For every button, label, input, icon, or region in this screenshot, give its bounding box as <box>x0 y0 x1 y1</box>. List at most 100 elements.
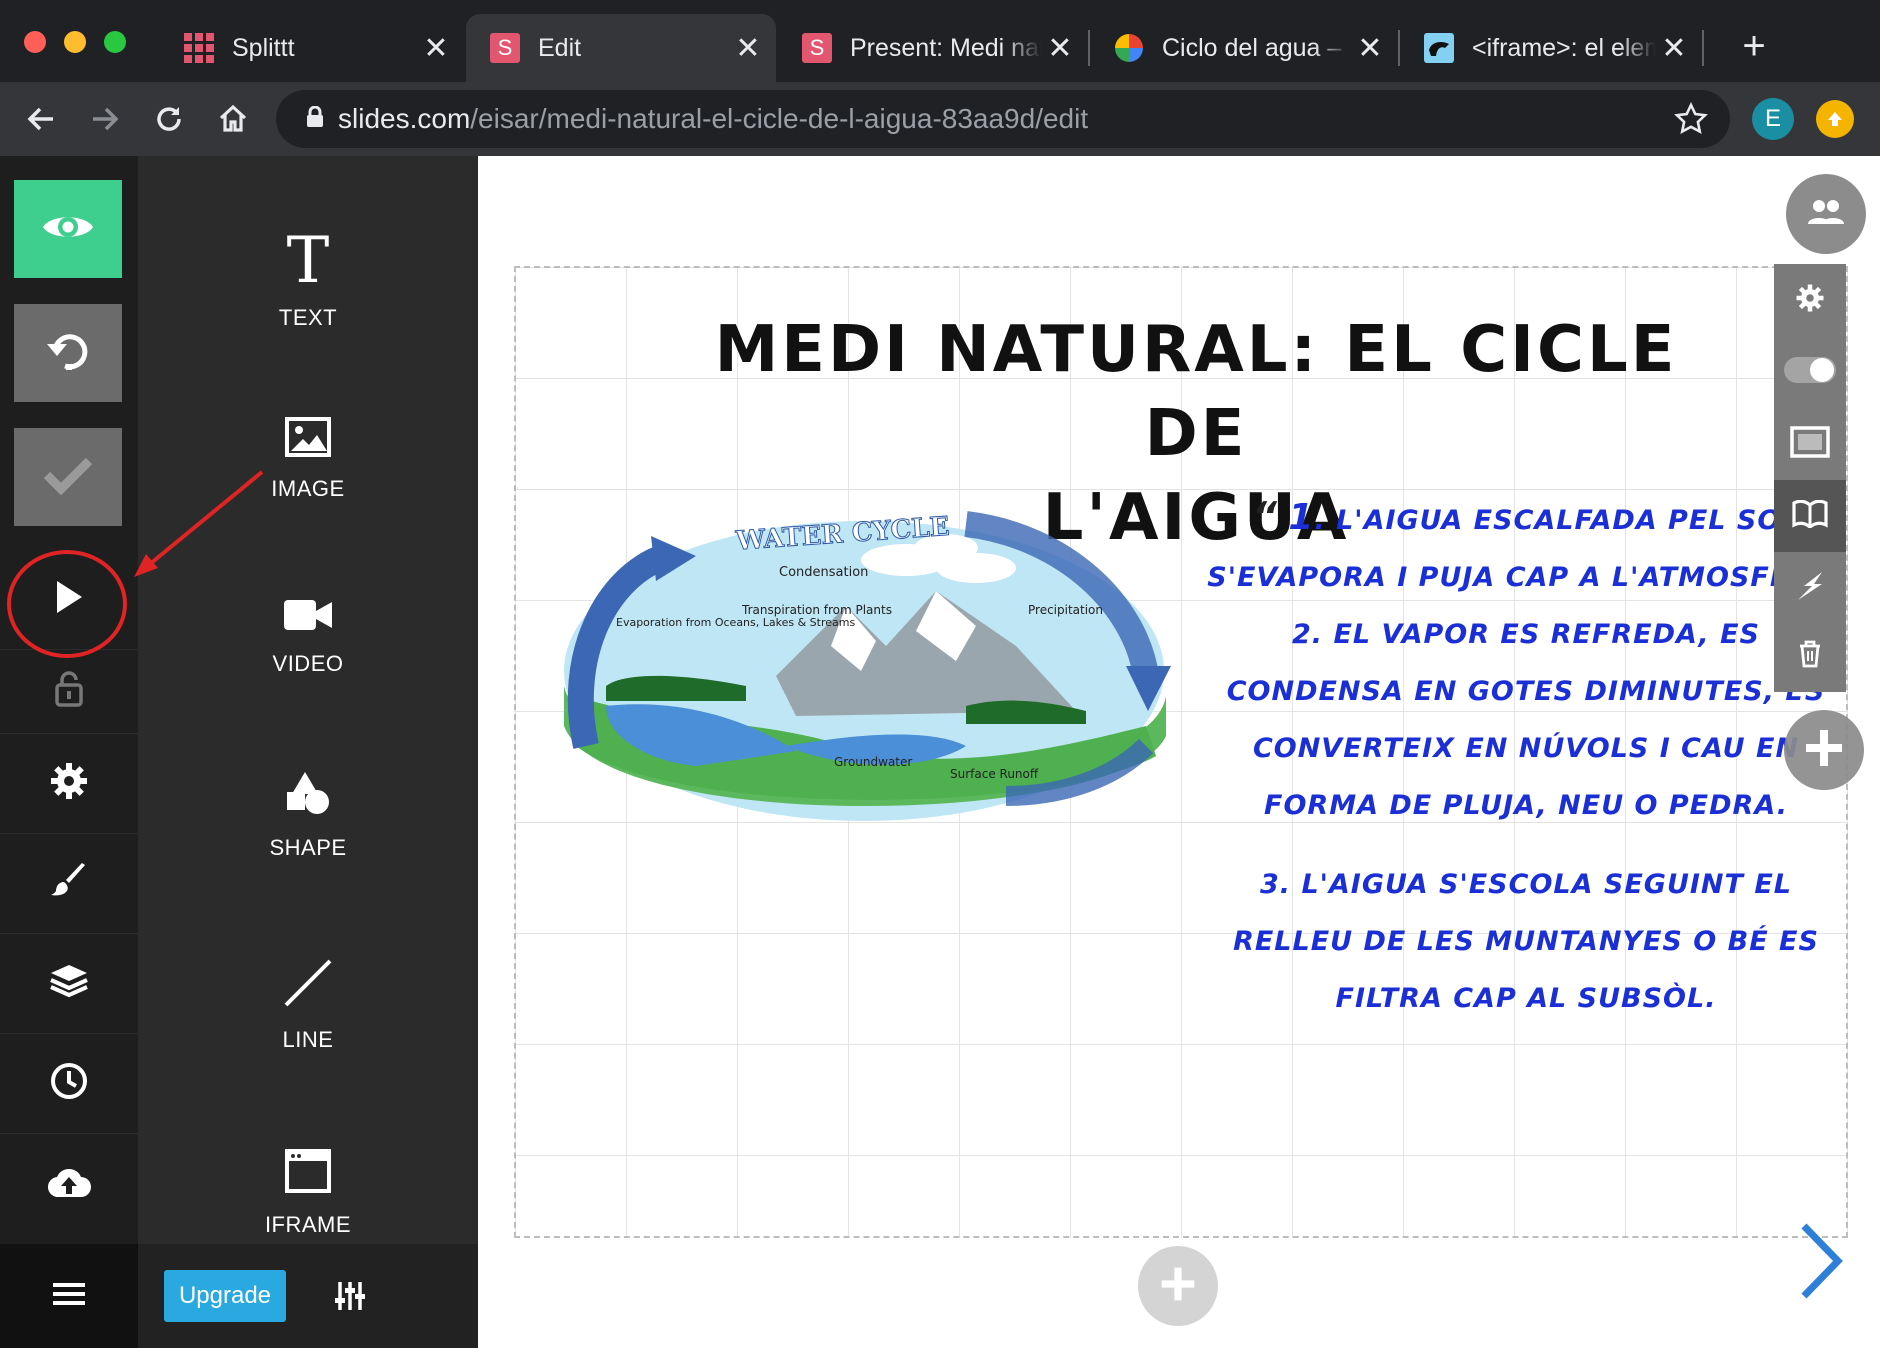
address-bar[interactable]: slides.com/eisar/medi-natural-el-cicle-d… <box>276 90 1730 148</box>
insert-text-button[interactable]: T TEXT <box>138 206 478 356</box>
close-window-dot[interactable] <box>24 31 46 53</box>
new-tab-icon[interactable]: + <box>1732 26 1776 70</box>
cloud-upload-icon <box>47 1165 91 1204</box>
tab-iframe-docs[interactable]: <iframe>: el elemento ✕ <box>1400 14 1702 82</box>
tab-ciclo-del-agua[interactable]: Ciclo del agua – ✕ <box>1090 14 1398 82</box>
insert-label: TEXT <box>278 305 338 330</box>
undo-button[interactable] <box>14 304 122 402</box>
slide-delete-button[interactable] <box>1774 620 1846 692</box>
settings-gear-icon <box>49 761 89 806</box>
reload-icon[interactable] <box>148 98 190 140</box>
insert-panel: T TEXT IMAGE VIDEO SHAPE LINE IFRAME <box>138 156 478 1348</box>
tab-title: Splittt <box>232 33 295 62</box>
annotation-circle <box>7 550 127 658</box>
image-label-evaporation: Evaporation from Oceans, Lakes & Streams <box>616 616 855 629</box>
back-arrow-icon[interactable] <box>20 98 62 140</box>
history-clock-icon <box>49 1061 89 1106</box>
tab-splittt[interactable]: Splittt ✕ <box>160 14 464 82</box>
slide[interactable]: MEDI NATURAL: EL CICLE DE L'AIGUA Conden… <box>514 266 1848 1238</box>
line-icon <box>283 958 333 1013</box>
tab-separator <box>1702 30 1704 66</box>
settings-button[interactable] <box>0 734 138 834</box>
browser-toolbar: slides.com/eisar/medi-natural-el-cicle-d… <box>0 82 1880 156</box>
toggle-icon <box>1784 356 1836 388</box>
slide-title-line: MEDI NATURAL: EL CICLE DE <box>714 313 1678 471</box>
tab-title: Ciclo del agua – <box>1162 33 1342 62</box>
water-cycle-image[interactable]: Condensation Transpiration from Plants E… <box>546 496 1186 826</box>
slide-notes-button[interactable] <box>1774 480 1846 552</box>
preview-eye-icon <box>41 209 95 250</box>
slide-background-button[interactable] <box>1774 408 1846 480</box>
url-text: slides.com/eisar/medi-natural-el-cicle-d… <box>338 103 1088 135</box>
upload-button[interactable] <box>0 1134 138 1234</box>
users-icon <box>1808 198 1844 231</box>
menu-button[interactable] <box>0 1244 138 1348</box>
profile-avatar[interactable]: E <box>1752 98 1794 140</box>
style-brush-icon <box>49 861 89 906</box>
shape-icon <box>285 770 331 821</box>
text-icon: T <box>286 224 330 298</box>
quote-mark: “ <box>1252 494 1278 538</box>
lock-icon <box>306 105 324 133</box>
extension-icon[interactable] <box>1816 100 1854 138</box>
bookmark-star-icon[interactable] <box>1674 101 1708 141</box>
home-icon[interactable] <box>212 98 254 140</box>
quote-point-1: “ 1. L'AIGUA ESCALFADA PEL SOL S'EVAPORA… <box>1206 488 1846 606</box>
browser-tab-bar: Splittt ✕ S Edit ✕ S Present: Medi natur… <box>0 0 1880 82</box>
slide-toolbar <box>1774 264 1846 692</box>
editor-rail <box>0 156 138 1348</box>
insert-shape-button[interactable]: SHAPE <box>138 740 478 890</box>
add-slide-right-button[interactable] <box>1784 710 1864 790</box>
tab-title: Present: Medi natural <box>850 33 1042 62</box>
tab-edit[interactable]: S Edit ✕ <box>466 14 776 82</box>
editor-canvas: MEDI NATURAL: EL CICLE DE L'AIGUA Conden… <box>478 156 1880 1348</box>
plus-icon <box>1158 1264 1198 1309</box>
forward-arrow-icon[interactable] <box>84 98 126 140</box>
insert-line-button[interactable]: LINE <box>138 930 478 1080</box>
close-tab-icon[interactable]: ✕ <box>418 31 454 66</box>
add-slide-below-button[interactable] <box>1138 1246 1218 1326</box>
grid-favicon-icon <box>184 33 214 63</box>
slides-favicon-icon: S <box>802 33 832 63</box>
slide-animate-button[interactable] <box>1774 552 1846 624</box>
style-button[interactable] <box>0 834 138 934</box>
next-slide-arrow-icon[interactable] <box>1798 1222 1844 1305</box>
quote-point-2: 2. EL VAPOR ES REFREDA, ES CONDENSA EN G… <box>1226 619 1826 821</box>
history-button[interactable] <box>0 1034 138 1134</box>
tab-present[interactable]: S Present: Medi natural ✕ <box>778 14 1088 82</box>
upgrade-button[interactable]: Upgrade <box>164 1270 286 1322</box>
close-tab-icon[interactable]: ✕ <box>1352 31 1388 66</box>
insert-label: IFRAME <box>264 1211 352 1237</box>
point-number: 1 <box>1288 497 1315 538</box>
annotation-arrowhead <box>134 554 158 577</box>
slide-toggle-button[interactable] <box>1774 336 1846 408</box>
pinwheel-favicon-icon <box>1114 33 1144 63</box>
layers-button[interactable] <box>0 934 138 1034</box>
image-label-transpiration: Transpiration from Plants <box>741 603 892 617</box>
slide-quote[interactable]: “ 1. L'AIGUA ESCALFADA PEL SOL S'EVAPORA… <box>1206 488 1846 1027</box>
zoom-window-dot[interactable] <box>104 31 126 53</box>
profile-initial: E <box>1764 105 1781 132</box>
close-tab-icon[interactable]: ✕ <box>1656 31 1692 66</box>
close-tab-icon[interactable]: ✕ <box>1042 31 1078 66</box>
close-tab-icon[interactable]: ✕ <box>730 31 766 66</box>
image-label-condensation: Condensation <box>779 565 868 580</box>
frame-icon <box>1790 425 1830 463</box>
insert-label: IMAGE <box>271 475 345 501</box>
sliders-icon[interactable] <box>334 1280 366 1317</box>
annotation-overlay <box>7 470 264 658</box>
image-icon <box>285 416 331 462</box>
tab-title: <iframe>: el elemento <box>1472 33 1656 62</box>
settings-gear-icon <box>1795 283 1825 318</box>
image-label-groundwater: Groundwater <box>834 755 912 769</box>
plus-icon <box>1802 726 1846 775</box>
slide-settings-button[interactable] <box>1774 264 1846 336</box>
minimize-window-dot[interactable] <box>64 31 86 53</box>
insert-label: VIDEO <box>272 650 344 676</box>
layers-icon <box>49 963 89 1004</box>
image-label-precipitation: Precipitation <box>1028 603 1103 617</box>
url-host: slides.com <box>338 103 471 134</box>
book-icon <box>1792 499 1828 533</box>
preview-button[interactable] <box>14 180 122 278</box>
collaborate-button[interactable] <box>1786 174 1866 254</box>
